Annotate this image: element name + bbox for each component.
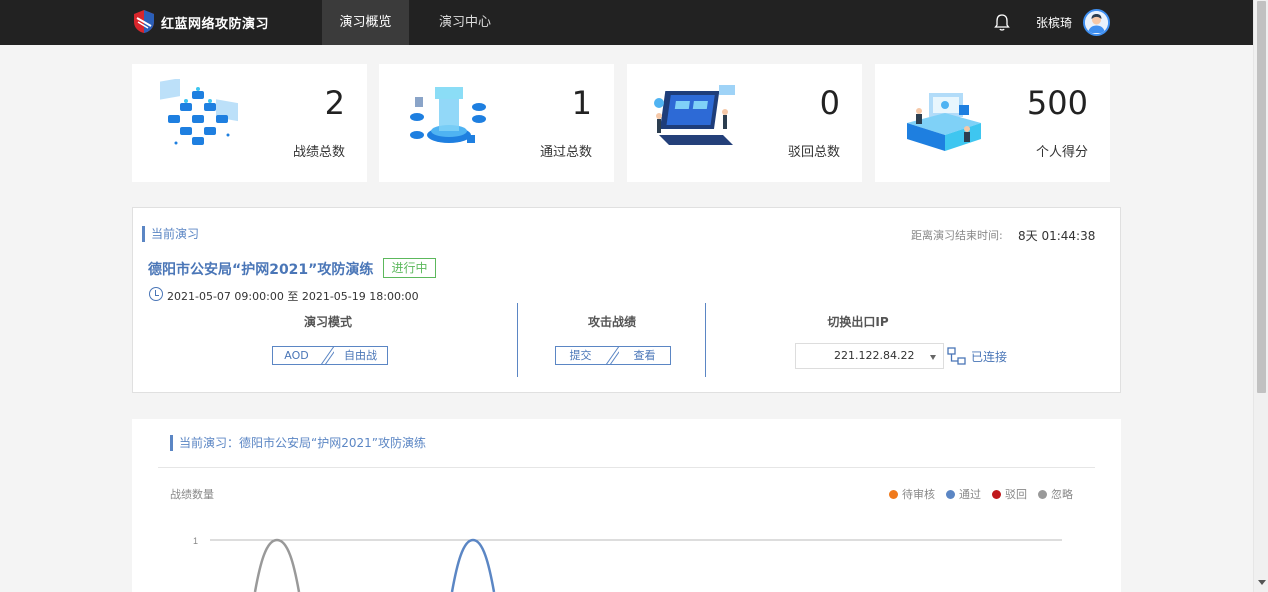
- section-title: 当前演习: [142, 226, 199, 242]
- divider: [320, 347, 334, 364]
- countdown-label: 距离演习结束时间:: [911, 229, 1003, 242]
- data-hub-illustration-icon: [410, 87, 486, 143]
- workstation-illustration-icon: [907, 93, 981, 151]
- series-line-ignored: [253, 538, 301, 592]
- drill-name-link[interactable]: 德阳市公安局“护网2021”攻防演练: [148, 259, 373, 279]
- stat-value: 500: [1026, 84, 1088, 122]
- shield-logo-icon[interactable]: [133, 9, 155, 34]
- countdown-value: 8天 01:44:38: [1018, 229, 1096, 243]
- stat-label: 通过总数: [539, 145, 592, 160]
- avatar[interactable]: [1083, 9, 1110, 36]
- stat-value: 0: [819, 84, 840, 122]
- clock-icon: [149, 287, 163, 301]
- scroll-down-arrow-icon[interactable]: [1258, 580, 1266, 585]
- view-button[interactable]: 查看: [619, 347, 670, 364]
- tab-overview[interactable]: 演习概览: [322, 0, 409, 45]
- exit-ip-select[interactable]: 221.122.84.22: [795, 343, 944, 369]
- tab-drill-center[interactable]: 演习中心: [425, 0, 505, 45]
- series-line-passed: [450, 538, 496, 592]
- stat-value: 2: [324, 84, 345, 122]
- column-divider: [705, 303, 706, 377]
- line-chart: 1: [193, 536, 1062, 592]
- chevron-down-icon: [930, 355, 936, 360]
- status-badge: 进行中: [383, 258, 436, 278]
- y-tick-label: 1: [193, 536, 198, 546]
- stat-label: 驳回总数: [787, 145, 840, 160]
- mode-option-free[interactable]: 自由战: [334, 347, 387, 364]
- stat-card-rejected: 0 驳回总数: [627, 64, 862, 182]
- bell-icon[interactable]: [993, 13, 1011, 32]
- exit-ip-value: 221.122.84.22: [834, 349, 915, 362]
- stat-card-records: 2 战绩总数: [132, 64, 367, 182]
- vertical-scrollbar[interactable]: [1253, 0, 1268, 592]
- scrollbar-thumb[interactable]: [1257, 1, 1266, 393]
- current-drill-panel: 当前演习 距离演习结束时间: 8天 01:44:38 德阳市公安局“护网2021…: [132, 207, 1121, 393]
- mode-column-title: 演习模式: [303, 315, 352, 329]
- user-avatar-icon: [1085, 11, 1108, 34]
- stat-label: 战绩总数: [292, 145, 345, 160]
- attack-column-title: 攻击战绩: [587, 315, 636, 329]
- stat-card-passed: 1 通过总数: [379, 64, 614, 182]
- top-nav-bar: 红蓝网络攻防演习 演习概览 演习中心 张槟琦: [0, 0, 1253, 45]
- column-divider: [517, 303, 518, 377]
- connection-status: 已连接: [971, 350, 1008, 364]
- attack-actions: 提交 查看: [555, 346, 671, 365]
- mode-toggle: AOD 自由战: [272, 346, 388, 365]
- divider: [605, 347, 619, 364]
- drill-time-range: 2021-05-07 09:00:00 至 2021-05-19 18:00:0…: [167, 290, 419, 303]
- chart-panel: 当前演习：德阳市公安局“护网2021”攻防演练 战绩数量 待审核 通过 驳回 忽…: [132, 419, 1121, 592]
- stat-label: 个人得分: [1035, 145, 1088, 160]
- network-icon: [947, 347, 966, 365]
- mode-option-aod[interactable]: AOD: [273, 347, 320, 364]
- stat-value: 1: [571, 84, 592, 122]
- servers-illustration-icon: [160, 79, 238, 145]
- submit-button[interactable]: 提交: [556, 347, 605, 364]
- ip-column-title: 切换出口IP: [827, 315, 889, 329]
- brand-title[interactable]: 红蓝网络攻防演习: [161, 13, 269, 32]
- username[interactable]: 张槟琦: [1036, 14, 1072, 31]
- laptop-illustration-icon: [654, 85, 735, 145]
- stat-card-score: 500 个人得分: [875, 64, 1110, 182]
